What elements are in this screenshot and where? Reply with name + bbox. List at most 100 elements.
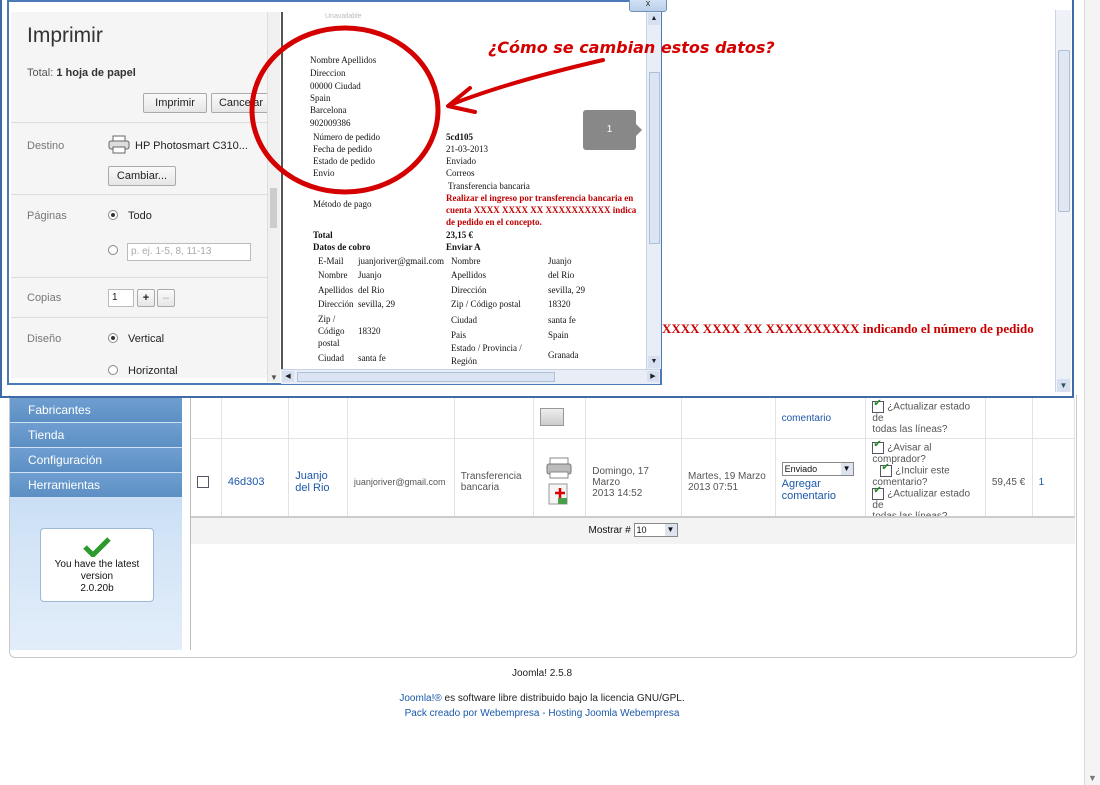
sidebar-item-fabricantes[interactable]: Fabricantes — [10, 398, 182, 423]
order-id-link[interactable]: 46d303 — [228, 476, 265, 488]
order-field-label: Número de pedido — [313, 132, 380, 142]
sidebar-item-configuracion[interactable]: Configuración — [10, 448, 182, 473]
page-number-badge: 1 — [583, 110, 642, 150]
print-button[interactable]: Imprimir — [143, 93, 207, 113]
version-status-box: You have the latest version 2.0.20b — [40, 528, 154, 602]
order-field-value: 21-03-2013 — [446, 144, 488, 154]
scrollbar-thumb[interactable] — [649, 72, 660, 244]
scroll-up-icon[interactable]: ▲ — [648, 13, 660, 25]
pager-label: Mostrar # — [588, 525, 631, 536]
cancel-button[interactable]: Cancelar — [211, 93, 267, 113]
scrollbar-thumb[interactable] — [1058, 50, 1070, 212]
sidebar-item-herramientas[interactable]: Herramientas — [10, 473, 182, 498]
shipping-value: Granada — [548, 350, 579, 360]
version-line-1: You have the latest — [54, 559, 140, 570]
webempresa-link[interactable]: Webempresa — [480, 708, 539, 719]
add-comment-link[interactable]: comentario — [782, 413, 831, 424]
billing-value: juanjoriver@gmail.com — [358, 256, 445, 266]
shipping-value: sevilla, 29 — [548, 285, 585, 295]
divider — [11, 317, 267, 318]
close-button[interactable]: x — [629, 0, 667, 12]
update-lines-checkbox[interactable] — [872, 485, 885, 500]
scrollbar-thumb[interactable] — [297, 372, 555, 382]
billing-value: santa fe — [358, 353, 386, 363]
shipping-value: Juanjo — [548, 256, 572, 266]
row-select-checkbox[interactable] — [197, 476, 209, 488]
address-line: Direccion — [310, 68, 346, 78]
orders-content: comentario ¿Actualizar estado de todas l… — [190, 398, 1076, 650]
change-printer-button[interactable]: Cambiar... — [108, 166, 176, 186]
pages-all-label: Todo — [128, 210, 152, 222]
printer-icon — [108, 135, 130, 154]
update-lines-checkbox[interactable] — [872, 398, 885, 413]
scroll-down-icon[interactable]: ▼ — [1088, 773, 1097, 783]
layout-horizontal-label: Horizontal — [128, 365, 178, 377]
include-comment-label: ¿Incluir este — [895, 465, 950, 477]
order-total: 59,45 € — [991, 476, 1026, 488]
add-comment-link[interactable]: Agregar comentario — [782, 478, 860, 502]
layout-horizontal-radio[interactable] — [108, 365, 118, 375]
payment-note: de pedido en el concepto. — [446, 217, 542, 227]
copies-input[interactable]: 1 — [108, 289, 134, 307]
copies-increment-button[interactable]: + — [137, 289, 155, 307]
notify-customer-checkbox[interactable] — [872, 439, 885, 454]
shipping-key: Dirección — [451, 285, 487, 295]
shipping-key: Estado / Provincia / — [451, 343, 522, 353]
update-lines-label-2: todas las líneas? — [872, 424, 948, 435]
billing-value: del Rio — [358, 285, 385, 295]
settings-scrollbar[interactable]: ▼ — [267, 12, 280, 382]
billing-key: E-Mail — [318, 256, 344, 266]
page-footer: Joomla! 2.5.8 Joomla!® es software libre… — [0, 666, 1084, 721]
copies-decrement-button[interactable]: – — [157, 289, 175, 307]
address-line: 902009386 — [310, 118, 351, 128]
checkmark-icon — [83, 537, 111, 557]
footer-pack-text: Pack creado por — [404, 708, 481, 719]
pages-range-radio[interactable] — [108, 245, 118, 255]
print-preview: Unavailable Nombre Apellidos Direccion 0… — [281, 12, 648, 369]
joomla-link[interactable]: Joomla!® — [399, 693, 441, 704]
sidebar-menu: Fabricantes Tienda Configuración Herrami… — [10, 398, 182, 650]
scroll-down-icon[interactable]: ▼ — [268, 373, 280, 382]
print-total: Total: 1 hoja de papel — [27, 67, 136, 79]
order-row-id: 1 — [1038, 476, 1045, 488]
print-invoice-icon[interactable] — [546, 456, 572, 506]
modified-date: Martes, 19 Marzo 2013 07:51 — [688, 471, 766, 493]
billing-value: sevilla, 29 — [358, 299, 395, 309]
scroll-down-icon[interactable]: ▼ — [648, 356, 660, 368]
status-select[interactable]: Enviado ▼ — [781, 462, 854, 476]
sidebar-item-tienda[interactable]: Tienda — [10, 423, 182, 448]
page-size-select[interactable]: 10 ▼ — [633, 523, 678, 538]
billing-key: postal — [318, 338, 340, 348]
version-number: 2.0.20b — [80, 583, 114, 594]
scroll-right-icon[interactable]: ▶ — [647, 371, 659, 382]
annotation-question: ¿Cómo se cambian estos datos? — [488, 38, 775, 57]
scrollbar-thumb[interactable] — [270, 188, 277, 228]
destination-label: Destino — [27, 140, 65, 152]
printer-icon[interactable] — [539, 407, 564, 426]
divider — [11, 277, 267, 278]
billing-value: Juanjo — [358, 270, 382, 280]
page-scrollbar[interactable]: ▼ — [1084, 0, 1100, 785]
preview-vertical-scrollbar[interactable]: ▲ ▼ — [646, 12, 661, 369]
printer-name: HP Photosmart C310... — [135, 140, 248, 152]
scroll-down-icon[interactable]: ▼ — [1057, 379, 1070, 392]
shipping-value: 18320 — [548, 299, 571, 309]
total-value: 23,15 € — [446, 230, 473, 240]
preview-horizontal-scrollbar[interactable]: ◀ ▶ — [281, 369, 660, 384]
address-line: Spain — [310, 93, 331, 103]
scroll-left-icon[interactable]: ◀ — [282, 371, 294, 382]
version-line-2: version — [80, 571, 114, 582]
order-field-label: Fecha de pedido — [313, 144, 372, 154]
pages-all-radio[interactable] — [108, 210, 118, 220]
browser-scrollbar[interactable]: ▼ — [1055, 10, 1071, 392]
pages-range-input[interactable]: p. ej. 1-5, 8, 11-13 — [127, 243, 251, 261]
shipping-key: Nombre — [451, 256, 481, 266]
billing-key: Dirección — [318, 299, 354, 309]
hosting-link[interactable]: Hosting Joomla Webempresa — [548, 708, 679, 719]
layout-vertical-radio[interactable] — [108, 333, 118, 343]
include-comment-checkbox[interactable] — [880, 462, 893, 477]
customer-link[interactable]: Juanjo del Rio — [295, 470, 341, 494]
table-row: 46d303 Juanjo del Rio juanjoriver@gmail.c… — [191, 438, 1076, 526]
customer-email: juanjoriver@gmail.com — [353, 476, 446, 487]
address-line: 00000 Ciudad — [310, 81, 361, 91]
